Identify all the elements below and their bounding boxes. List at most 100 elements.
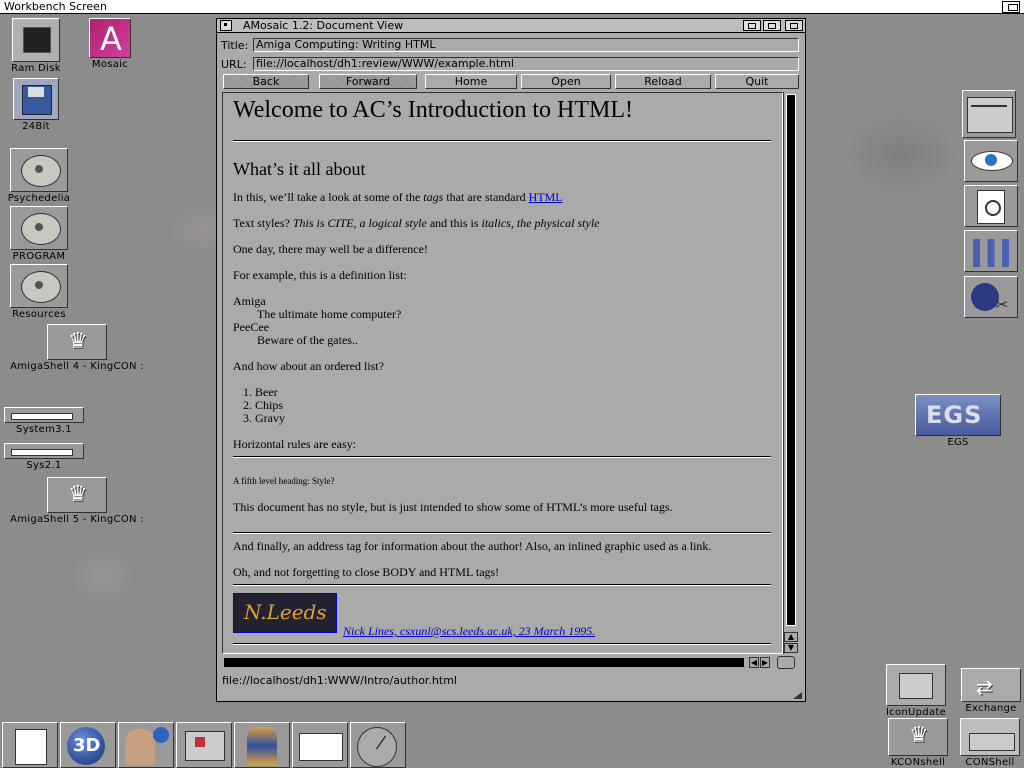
paragraph-intro: In this, we’ll take a look at some of th…: [233, 190, 563, 205]
url-row: URL: file://localhost/dh1:review/WWW/exa…: [221, 57, 799, 71]
paragraph-styles: Text styles? This is CITE, a logical sty…: [233, 216, 599, 231]
horizontal-rule: [233, 532, 771, 534]
iconupdate-label: IconUpdate: [885, 707, 947, 718]
window-title: AMosaic 1.2: Document View: [243, 19, 404, 32]
horizontal-rule: [233, 584, 771, 586]
vertical-scroll-knob[interactable]: [786, 94, 796, 626]
sys21-icon[interactable]: Sys2.1: [2, 443, 86, 471]
dock-clock-icon[interactable]: [350, 722, 406, 768]
tree-scissors-icon[interactable]: ✂: [964, 276, 1018, 318]
system-window-icon: [4, 443, 84, 459]
iconupdate-icon[interactable]: IconUpdate: [882, 664, 950, 718]
html-link[interactable]: HTML: [529, 190, 563, 204]
section-heading: What’s it all about: [233, 159, 366, 179]
text-span: Text styles?: [233, 216, 293, 230]
system31-label: System3.1: [16, 424, 72, 435]
home-button[interactable]: Home: [425, 74, 517, 89]
psychedelia-label: Psychedelia: [7, 193, 71, 204]
amosaic-window: AMosaic 1.2: Document View Title: Amiga …: [216, 18, 806, 702]
exchange-label: Exchange: [965, 703, 1017, 714]
shell-window-icon: [888, 718, 948, 756]
url-label: URL:: [221, 58, 247, 71]
mosaic-label: Mosaic: [91, 59, 129, 70]
reload-button[interactable]: Reload: [615, 74, 711, 89]
back-button[interactable]: Back: [223, 74, 309, 89]
text-span: and this is: [426, 216, 482, 230]
paragraph-rules: Horizontal rules are easy:: [233, 437, 356, 451]
conshell-icon[interactable]: CONShell: [958, 718, 1022, 768]
equalizer-icon[interactable]: [964, 230, 1018, 272]
screen-depth-gadget[interactable]: [1002, 1, 1020, 13]
zoom-gadget-icon[interactable]: [763, 20, 781, 31]
dock-paint-icon[interactable]: [176, 722, 232, 768]
eye-icon[interactable]: [964, 140, 1018, 182]
dock-newspaper-icon[interactable]: [292, 722, 348, 768]
horizontal-rule: [233, 140, 771, 142]
shell-window-icon: [960, 718, 1020, 756]
dock-document-icon[interactable]: [2, 722, 58, 768]
open-button[interactable]: Open: [521, 74, 611, 89]
text-span: that are standard: [443, 190, 529, 204]
dock-portrait-icon[interactable]: [118, 722, 174, 768]
author-signature-image[interactable]: N.Leeds: [233, 593, 337, 633]
program-drive-icon[interactable]: PROGRAM: [6, 206, 72, 262]
program-label: PROGRAM: [12, 251, 66, 262]
horizontal-rule: [233, 456, 771, 458]
amigashell4-label: AmigaShell 4 - KingCON :: [10, 361, 144, 372]
text-span: In this, we’ll take a look at some of th…: [233, 190, 424, 204]
ram-disk-label: Ram Disk: [11, 63, 61, 74]
iconify-gadget-icon[interactable]: [743, 20, 761, 31]
paragraph-ordered-intro: And how about an ordered list?: [233, 359, 384, 373]
scroll-down-arrow-icon[interactable]: ▼: [784, 643, 798, 653]
mosaic-icon[interactable]: A Mosaic: [86, 18, 134, 70]
konshell-label: KCONshell: [890, 757, 946, 768]
sound-tools-icon[interactable]: [962, 90, 1016, 138]
scroll-right-arrow-icon[interactable]: ▶: [760, 657, 770, 668]
amigashell5-icon[interactable]: AmigaShell 5 - KingCON :: [2, 477, 152, 525]
list-item: 3. Gravy: [243, 411, 285, 425]
ram-disk-icon[interactable]: Ram Disk: [10, 18, 62, 74]
status-indicator-icon: [777, 656, 795, 669]
amigashell4-icon[interactable]: AmigaShell 4 - KingCON :: [2, 324, 152, 372]
title-field[interactable]: Amiga Computing: Writing HTML: [253, 38, 799, 52]
status-bar-url: file://localhost/dh1:WWW/Intro/author.ht…: [222, 674, 457, 687]
toolbar: Back Forward Home Open Reload Quit: [223, 74, 799, 89]
resources-drive-icon[interactable]: Resources: [6, 264, 72, 320]
hard-disk-icon: [10, 206, 68, 250]
resize-gadget-icon[interactable]: [790, 690, 804, 700]
hard-disk-icon: [10, 264, 68, 308]
forward-button[interactable]: Forward: [319, 74, 417, 89]
scroll-left-arrow-icon[interactable]: ◀: [749, 657, 759, 668]
egs-logo: EGS: [926, 401, 983, 429]
depth-gadget-icon[interactable]: [785, 20, 803, 31]
dock-pharaoh-icon[interactable]: [234, 722, 290, 768]
url-field[interactable]: file://localhost/dh1:review/WWW/example.…: [253, 57, 799, 71]
system31-icon[interactable]: System3.1: [2, 407, 86, 435]
horizontal-scrollbar[interactable]: ◀ ▶: [222, 656, 783, 669]
scroll-up-arrow-icon[interactable]: ▲: [784, 632, 798, 642]
magnifier-document-icon[interactable]: [964, 185, 1018, 227]
paragraph-closing: Oh, and not forgetting to close BODY and…: [233, 565, 500, 579]
amigashell5-label: AmigaShell 5 - KingCON :: [10, 514, 144, 525]
sys21-label: Sys2.1: [26, 460, 62, 471]
hard-disk-icon: [10, 148, 68, 192]
konshell-icon[interactable]: KCONshell: [886, 718, 950, 768]
24bit-label: 24Bit: [22, 121, 50, 132]
egs-icon[interactable]: EGS EGS: [912, 394, 1004, 448]
window-title-bar[interactable]: AMosaic 1.2: Document View: [217, 19, 805, 33]
title-row: Title: Amiga Computing: Writing HTML: [221, 38, 799, 52]
24bit-icon[interactable]: 24Bit: [12, 78, 60, 132]
document-view[interactable]: Welcome to AC’s Introduction to HTML! Wh…: [222, 92, 783, 654]
signature-mark: N.Leeds: [244, 600, 327, 624]
fifth-level-heading: A fifth level heading: Style?: [233, 476, 335, 486]
close-gadget-icon[interactable]: [220, 20, 232, 31]
author-address-link[interactable]: Nick Lines, csxunl@scs.leeds.ac.uk, 23 M…: [343, 624, 595, 638]
vertical-scrollbar[interactable]: ▲ ▼: [783, 92, 798, 654]
shell-window-icon: [47, 324, 107, 360]
exchange-icon[interactable]: ⇄ Exchange: [958, 668, 1024, 714]
conshell-label: CONShell: [965, 757, 1015, 768]
quit-button[interactable]: Quit: [715, 74, 799, 89]
psychedelia-drive-icon[interactable]: Psychedelia: [6, 148, 72, 204]
dock-3d-icon[interactable]: 3D: [60, 722, 116, 768]
horizontal-scroll-knob[interactable]: [224, 658, 744, 667]
